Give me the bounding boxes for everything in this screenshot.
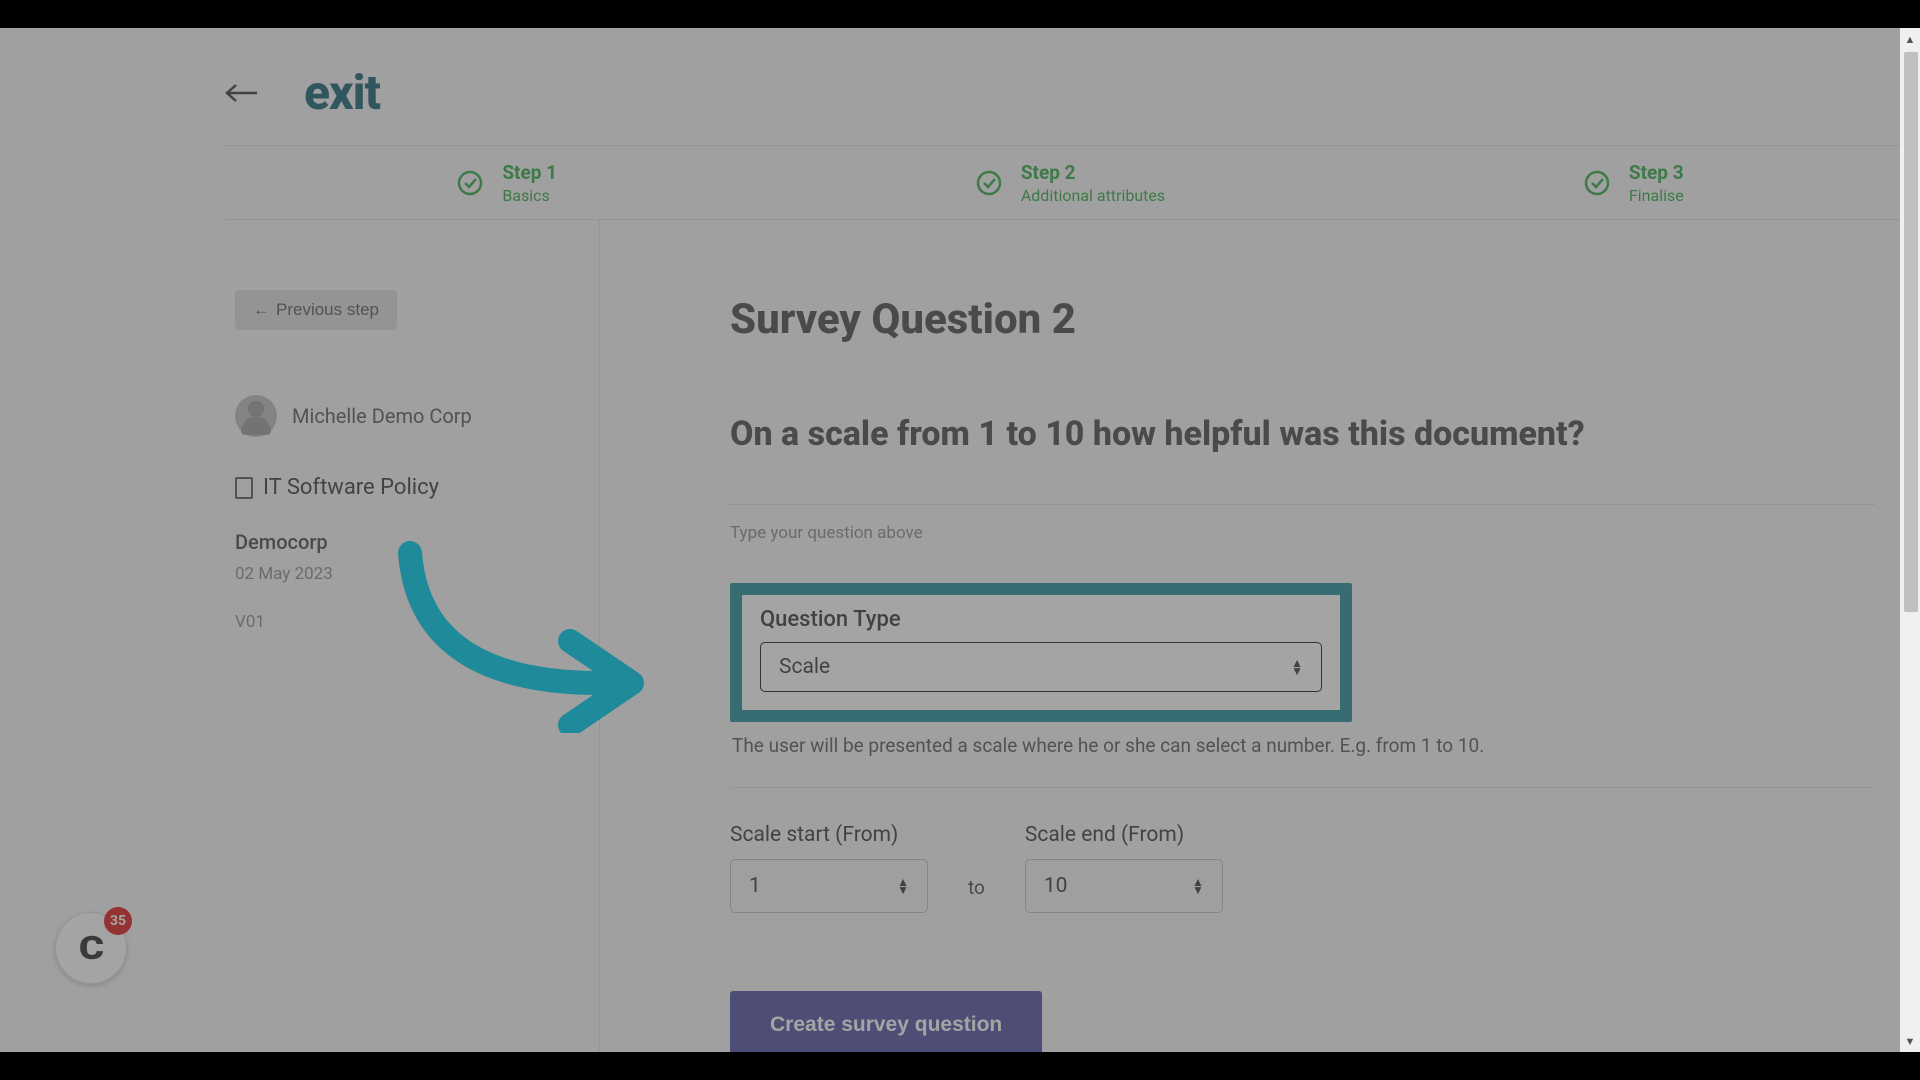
owner-name: Michelle Demo Corp [292,404,472,428]
document-icon [235,477,253,499]
arrow-left-icon: ← [253,300,270,320]
step-additional-attributes[interactable]: Step 2 Additional attributes [788,161,1351,205]
question-type-label: Question Type [760,607,1322,632]
document-name: IT Software Policy [263,475,439,500]
scale-to-label: to [968,876,985,913]
wizard-steps: Step 1 Basics Step 2 Additional attribut… [225,145,1915,220]
previous-step-button[interactable]: ← Previous step [235,290,397,330]
step-title: Step 1 [502,161,557,184]
question-hint: Type your question above [730,523,1875,543]
step-title: Step 3 [1629,161,1684,184]
step-title: Step 2 [1021,161,1165,184]
document-date: 02 May 2023 [235,564,589,584]
check-circle-icon [975,169,1003,197]
chevron-updown-icon: ▲▼ [1291,659,1303,675]
scale-end-value: 10 [1044,874,1068,898]
scale-start-select[interactable]: 1 ▲▼ [730,859,928,913]
exit-link[interactable]: exit [304,64,380,121]
scale-start-value: 1 [749,874,761,898]
question-type-select[interactable]: Scale ▲▼ [760,642,1322,692]
scrollbar-track[interactable]: ▲ ▼ [1900,28,1920,1052]
step-finalise[interactable]: Step 3 Finalise [1352,161,1915,205]
divider [730,504,1875,505]
notification-badge: 35 [104,907,132,935]
page-title: Survey Question 2 [730,295,1875,344]
chevron-updown-icon: ▲▼ [897,878,909,894]
chevron-updown-icon: ▲▼ [1192,878,1204,894]
company-name: Democorp [235,530,589,554]
question-input[interactable]: On a scale from 1 to 10 how helpful was … [730,414,1875,454]
step-basics[interactable]: Step 1 Basics [225,161,788,205]
scale-end-select[interactable]: 10 ▲▼ [1025,859,1223,913]
check-circle-icon [456,169,484,197]
scale-end-label: Scale end (From) [1025,823,1223,847]
create-survey-question-button[interactable]: Create survey question [730,991,1042,1059]
question-type-description: The user will be presented a scale where… [732,734,1875,757]
previous-step-label: Previous step [276,300,379,320]
divider [730,787,1875,788]
question-type-highlight: Question Type Scale ▲▼ [730,583,1352,722]
scrollbar-thumb[interactable] [1904,52,1918,612]
step-sub: Finalise [1629,186,1684,205]
help-widget-button[interactable]: C 35 [55,912,127,984]
document-version: V01 [235,612,589,632]
widget-logo-icon: C [78,929,103,967]
step-sub: Basics [502,186,557,205]
question-type-value: Scale [779,655,830,679]
check-circle-icon [1583,169,1611,197]
scale-start-label: Scale start (From) [730,823,928,847]
step-sub: Additional attributes [1021,186,1165,205]
scroll-arrow-up-icon[interactable]: ▲ [1901,30,1919,48]
scroll-arrow-down-icon[interactable]: ▼ [1901,1032,1919,1050]
avatar [235,395,277,437]
back-arrow-icon[interactable] [225,83,259,103]
